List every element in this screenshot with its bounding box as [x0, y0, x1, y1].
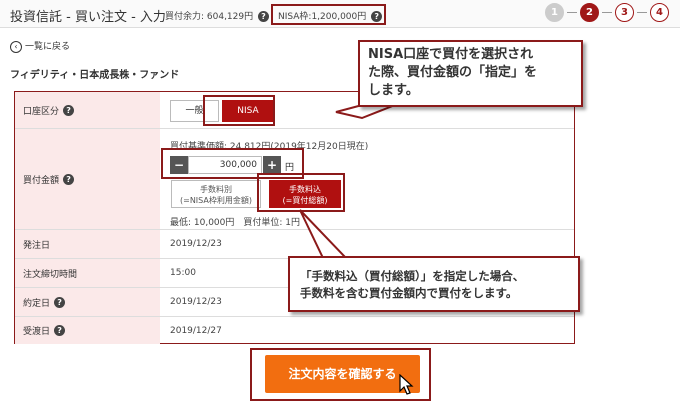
help-icon[interactable]: ? [54, 325, 66, 336]
amount-label-text: 買付金額 [23, 175, 60, 186]
order-date-value: 2019/12/23 [170, 239, 222, 249]
settlement-date-label: 受渡日 ? [15, 317, 160, 344]
step-connector [602, 12, 612, 13]
fee-included-highlight [257, 173, 345, 212]
settlement-date-label-text: 受渡日 [23, 327, 51, 337]
amount-label: 買付金額 ? [15, 129, 160, 229]
help-icon[interactable]: ? [63, 104, 75, 116]
help-icon[interactable]: ? [54, 296, 66, 308]
account-type-label-text: 口座区分 [23, 106, 60, 117]
nisa-limit: NISA枠:1,200,000円 ? [278, 9, 383, 22]
row-order-date: 発注日 2019/12/23 [15, 230, 574, 259]
callout-fee-included: 「手数料込（買付総額）」を指定した場合、 手数料を含む買付金額内で買付をします。 [288, 256, 580, 312]
callout-fee-line2: 手数料を含む買付金額内で買付をします。 [300, 286, 518, 300]
help-icon[interactable]: ? [63, 173, 75, 185]
mouse-cursor-icon [399, 374, 414, 395]
chevron-left-icon: ‹ [10, 40, 22, 53]
callout-nisa-line2: た際、買付金額の「指定」を [368, 65, 538, 80]
callout-fee-line1: 「手数料込（買付総額）」を指定した場合、 [300, 269, 525, 283]
contract-date-label-text: 約定日 [23, 298, 51, 309]
amount-input[interactable]: 300,000 [188, 156, 262, 174]
nisa-limit-text: NISA枠:1,200,000円 [278, 12, 367, 22]
fee-excluded-line2: (=NISA枠利用金額) [180, 196, 252, 205]
help-icon[interactable]: ? [258, 11, 269, 22]
step-1: 1 [545, 3, 564, 22]
callout-nisa-amount: NISA口座で買付を選択され た際、買付金額の「指定」を します。 [358, 40, 583, 107]
step-3: 3 [615, 3, 634, 22]
confirm-order-button[interactable]: 注文内容を確認する [265, 355, 420, 393]
step-connector [567, 12, 577, 13]
fee-excluded-button[interactable]: 手数料別 (=NISA枠利用金額) [171, 180, 261, 208]
order-date-label: 発注日 [15, 230, 160, 258]
decrement-button[interactable]: − [170, 156, 188, 174]
callout-nisa-line1: NISA口座で買付を選択され [368, 47, 534, 62]
step-4: 4 [650, 3, 669, 22]
account-type-label: 口座区分 ? [15, 92, 160, 128]
settlement-date-value: 2019/12/27 [170, 325, 222, 336]
contract-date-label: 約定日 ? [15, 288, 160, 316]
back-to-list-link[interactable]: ‹ 一覧に戻る [10, 39, 70, 53]
minimum-note: 最低: 10,000円 買付単位: 1円 [170, 218, 301, 228]
step-connector [637, 12, 647, 13]
cutoff-label: 注文締切時間 [15, 259, 160, 287]
callout-nisa-line3: します。 [368, 83, 419, 98]
fee-excluded-line1: 手数料別 [200, 185, 232, 194]
row-settlement-date: 受渡日 ? 2019/12/27 [15, 317, 574, 344]
header-bar: 投資信託 - 買い注文 - 入力 買付余力: 604,129円 ? NISA枠:… [0, 0, 680, 28]
fund-name: フィデリティ・日本成長株・ファンド [10, 70, 180, 81]
nisa-selection-highlight [203, 95, 275, 126]
help-icon[interactable]: ? [371, 11, 383, 22]
buying-power-text: 買付余力: 604,129円 [165, 12, 254, 22]
buying-power: 買付余力: 604,129円 ? [165, 9, 269, 22]
amount-unit: 円 [285, 163, 295, 173]
step-2: 2 [580, 3, 599, 22]
increment-button[interactable]: + [263, 156, 281, 174]
back-link-label: 一覧に戻る [25, 42, 71, 52]
page-title: 投資信託 - 買い注文 - 入力 [10, 10, 166, 25]
